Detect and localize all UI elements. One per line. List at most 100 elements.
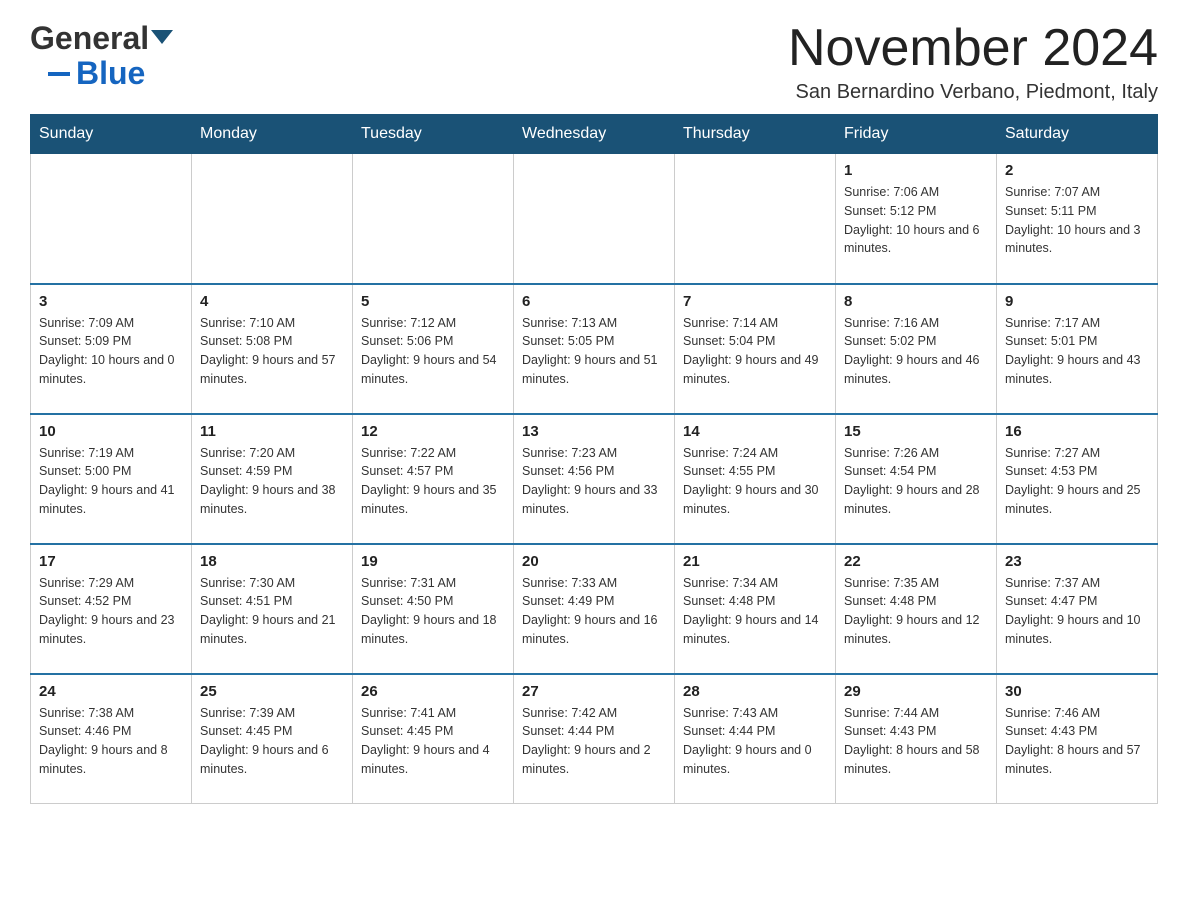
calendar-cell [514,154,675,284]
col-saturday: Saturday [997,115,1158,154]
calendar-cell: 3 Sunrise: 7:09 AMSunset: 5:09 PMDaylight… [31,284,192,414]
day-number: 9 [1005,293,1149,310]
day-info: Sunrise: 7:09 AMSunset: 5:09 PMDaylight:… [39,314,183,389]
day-number: 23 [1005,553,1149,570]
day-info: Sunrise: 7:30 AMSunset: 4:51 PMDaylight:… [200,574,344,649]
main-title: November 2024 [788,20,1158,77]
logo-blue: Blue [76,55,145,92]
col-tuesday: Tuesday [353,115,514,154]
day-info: Sunrise: 7:19 AMSunset: 5:00 PMDaylight:… [39,444,183,519]
day-info: Sunrise: 7:24 AMSunset: 4:55 PMDaylight:… [683,444,827,519]
calendar-header: Sunday Monday Tuesday Wednesday Thursday… [31,115,1158,154]
calendar-cell: 17 Sunrise: 7:29 AMSunset: 4:52 PMDayligh… [31,544,192,674]
calendar-week-5: 24Sunrise: 7:38 AMSunset: 4:46 PMDayligh… [31,674,1158,804]
logo-underline [48,72,70,76]
day-number: 5 [361,293,505,310]
calendar-cell: 21 Sunrise: 7:34 AMSunset: 4:48 PMDayligh… [675,544,836,674]
col-monday: Monday [192,115,353,154]
subtitle: San Bernardino Verbano, Piedmont, Italy [788,81,1158,104]
day-info: Sunrise: 7:35 AMSunset: 4:48 PMDaylight:… [844,574,988,649]
day-number: 12 [361,423,505,440]
calendar-cell: 11 Sunrise: 7:20 AMSunset: 4:59 PMDayligh… [192,414,353,544]
col-wednesday: Wednesday [514,115,675,154]
calendar-cell: 24Sunrise: 7:38 AMSunset: 4:46 PMDayligh… [31,674,192,804]
day-number: 18 [200,553,344,570]
calendar-cell: 26Sunrise: 7:41 AMSunset: 4:45 PMDayligh… [353,674,514,804]
day-info: Sunrise: 7:07 AMSunset: 5:11 PMDaylight:… [1005,183,1149,258]
calendar-cell: 28Sunrise: 7:43 AMSunset: 4:44 PMDayligh… [675,674,836,804]
calendar-cell: 23 Sunrise: 7:37 AMSunset: 4:47 PMDayligh… [997,544,1158,674]
day-info: Sunrise: 7:14 AMSunset: 5:04 PMDaylight:… [683,314,827,389]
calendar-cell: 22Sunrise: 7:35 AMSunset: 4:48 PMDayligh… [836,544,997,674]
day-number: 6 [522,293,666,310]
calendar-cell: 29 Sunrise: 7:44 AMSunset: 4:43 PMDayligh… [836,674,997,804]
day-number: 13 [522,423,666,440]
day-info: Sunrise: 7:16 AMSunset: 5:02 PMDaylight:… [844,314,988,389]
calendar-table: Sunday Monday Tuesday Wednesday Thursday… [30,114,1158,804]
calendar-cell: 16 Sunrise: 7:27 AMSunset: 4:53 PMDayligh… [997,414,1158,544]
day-info: Sunrise: 7:20 AMSunset: 4:59 PMDaylight:… [200,444,344,519]
calendar-cell [675,154,836,284]
header-row: Sunday Monday Tuesday Wednesday Thursday… [31,115,1158,154]
day-number: 14 [683,423,827,440]
day-number: 1 [844,162,988,179]
calendar-cell [192,154,353,284]
day-info: Sunrise: 7:37 AMSunset: 4:47 PMDaylight:… [1005,574,1149,649]
calendar-cell: 1 Sunrise: 7:06 AMSunset: 5:12 PMDaylight… [836,154,997,284]
day-number: 16 [1005,423,1149,440]
page-header: General Blue November 2024 San Bernardin… [30,20,1158,104]
day-number: 21 [683,553,827,570]
calendar-week-3: 10 Sunrise: 7:19 AMSunset: 5:00 PMDayligh… [31,414,1158,544]
calendar-cell: 6 Sunrise: 7:13 AMSunset: 5:05 PMDaylight… [514,284,675,414]
calendar-cell: 18 Sunrise: 7:30 AMSunset: 4:51 PMDayligh… [192,544,353,674]
day-number: 26 [361,683,505,700]
day-number: 27 [522,683,666,700]
day-info: Sunrise: 7:06 AMSunset: 5:12 PMDaylight:… [844,183,988,258]
calendar-cell: 30 Sunrise: 7:46 AMSunset: 4:43 PMDayligh… [997,674,1158,804]
calendar-cell: 8Sunrise: 7:16 AMSunset: 5:02 PMDaylight… [836,284,997,414]
day-number: 17 [39,553,183,570]
calendar-cell: 19Sunrise: 7:31 AMSunset: 4:50 PMDayligh… [353,544,514,674]
day-info: Sunrise: 7:13 AMSunset: 5:05 PMDaylight:… [522,314,666,389]
calendar-cell: 15Sunrise: 7:26 AMSunset: 4:54 PMDayligh… [836,414,997,544]
calendar-cell [31,154,192,284]
calendar-cell: 14 Sunrise: 7:24 AMSunset: 4:55 PMDayligh… [675,414,836,544]
day-number: 3 [39,293,183,310]
day-info: Sunrise: 7:27 AMSunset: 4:53 PMDaylight:… [1005,444,1149,519]
day-info: Sunrise: 7:12 AMSunset: 5:06 PMDaylight:… [361,314,505,389]
calendar-week-2: 3 Sunrise: 7:09 AMSunset: 5:09 PMDaylight… [31,284,1158,414]
day-number: 28 [683,683,827,700]
calendar-body: 1 Sunrise: 7:06 AMSunset: 5:12 PMDaylight… [31,154,1158,804]
day-info: Sunrise: 7:46 AMSunset: 4:43 PMDaylight:… [1005,704,1149,779]
calendar-cell: 25Sunrise: 7:39 AMSunset: 4:45 PMDayligh… [192,674,353,804]
day-info: Sunrise: 7:29 AMSunset: 4:52 PMDaylight:… [39,574,183,649]
day-number: 2 [1005,162,1149,179]
calendar-cell: 4Sunrise: 7:10 AMSunset: 5:08 PMDaylight… [192,284,353,414]
day-number: 29 [844,683,988,700]
day-info: Sunrise: 7:44 AMSunset: 4:43 PMDaylight:… [844,704,988,779]
calendar-cell [353,154,514,284]
calendar-cell: 13 Sunrise: 7:23 AMSunset: 4:56 PMDayligh… [514,414,675,544]
day-number: 20 [522,553,666,570]
calendar-week-4: 17 Sunrise: 7:29 AMSunset: 4:52 PMDayligh… [31,544,1158,674]
calendar-cell: 27 Sunrise: 7:42 AMSunset: 4:44 PMDayligh… [514,674,675,804]
day-number: 10 [39,423,183,440]
calendar-week-1: 1 Sunrise: 7:06 AMSunset: 5:12 PMDaylight… [31,154,1158,284]
day-info: Sunrise: 7:23 AMSunset: 4:56 PMDaylight:… [522,444,666,519]
day-info: Sunrise: 7:26 AMSunset: 4:54 PMDaylight:… [844,444,988,519]
col-thursday: Thursday [675,115,836,154]
day-info: Sunrise: 7:38 AMSunset: 4:46 PMDaylight:… [39,704,183,779]
col-friday: Friday [836,115,997,154]
logo-triangle-icon [151,26,173,48]
day-number: 25 [200,683,344,700]
day-number: 7 [683,293,827,310]
day-info: Sunrise: 7:22 AMSunset: 4:57 PMDaylight:… [361,444,505,519]
logo: General Blue [30,20,173,92]
day-info: Sunrise: 7:42 AMSunset: 4:44 PMDaylight:… [522,704,666,779]
calendar-cell: 9Sunrise: 7:17 AMSunset: 5:01 PMDaylight… [997,284,1158,414]
title-block: November 2024 San Bernardino Verbano, Pi… [788,20,1158,104]
day-info: Sunrise: 7:34 AMSunset: 4:48 PMDaylight:… [683,574,827,649]
calendar-cell: 7 Sunrise: 7:14 AMSunset: 5:04 PMDaylight… [675,284,836,414]
day-number: 11 [200,423,344,440]
day-number: 30 [1005,683,1149,700]
